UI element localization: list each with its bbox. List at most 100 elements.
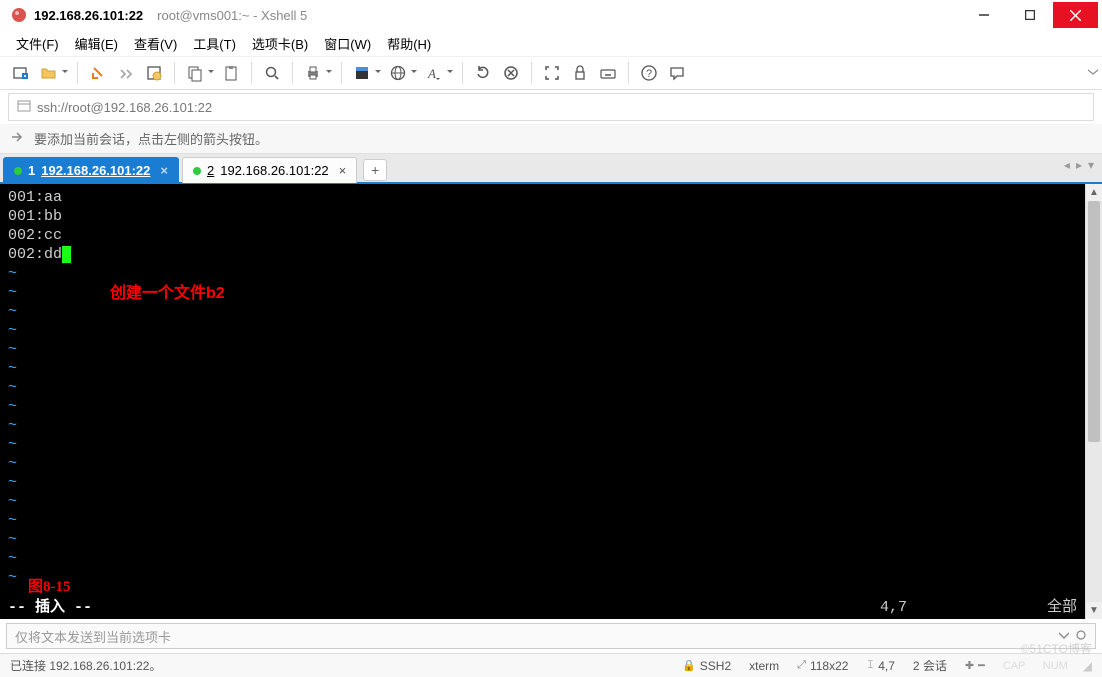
terminal-empty-line: ~ (8, 568, 1077, 587)
terminal-line: 001:bb (8, 207, 1077, 226)
tab-close-button[interactable]: × (339, 163, 347, 178)
terminal-empty-line: ~ (8, 302, 1077, 321)
menu-view[interactable]: 查看(V) (128, 31, 183, 56)
copy-button[interactable] (182, 60, 208, 86)
terminal-line: 002:dd (8, 245, 1077, 264)
terminal-line: 002:cc (8, 226, 1077, 245)
lock-button[interactable] (567, 60, 593, 86)
menu-help[interactable]: 帮助(H) (381, 31, 437, 56)
terminal-empty-line: ~ (8, 435, 1077, 454)
minus-icon[interactable]: ━ (978, 659, 985, 672)
open-session-button[interactable] (36, 60, 62, 86)
terminal-empty-line: ~ (8, 549, 1077, 568)
tab-index: 2 (207, 163, 214, 178)
menu-tabs[interactable]: 选项卡(B) (246, 31, 314, 56)
encoding-button[interactable] (385, 60, 411, 86)
status-protocol: SSH2 (700, 659, 731, 673)
reconnect-button[interactable] (85, 60, 111, 86)
terminal-empty-line: ~ (8, 416, 1077, 435)
close-button[interactable] (1053, 2, 1098, 28)
send-input-bar[interactable]: 仅将文本发送到当前选项卡 (6, 623, 1096, 649)
tab-label: 192.168.26.101:22 (220, 163, 328, 178)
menu-tools[interactable]: 工具(T) (187, 31, 242, 56)
menu-window[interactable]: 窗口(W) (318, 31, 377, 56)
disconnect-button[interactable] (113, 60, 139, 86)
toolbar-overflow-icon[interactable] (1088, 66, 1098, 80)
terminal-empty-line: ~ (8, 530, 1077, 549)
send-dropdown-icon[interactable] (1059, 629, 1069, 644)
color-scheme-button[interactable] (349, 60, 375, 86)
print-button[interactable] (300, 60, 326, 86)
session-tab-2[interactable]: 2 192.168.26.101:22 × (182, 157, 357, 183)
terminal-empty-line: ~ (8, 492, 1077, 511)
scroll-down-button[interactable]: ▼ (1086, 602, 1102, 619)
status-cursor: 4,7 (878, 659, 895, 673)
terminal-line: 001:aa (8, 188, 1077, 207)
status-sessions: 2 会话 (913, 657, 947, 674)
svg-text:A: A (427, 66, 436, 81)
properties-button[interactable] (141, 60, 167, 86)
hint-text: 要添加当前会话，点击左侧的箭头按钮。 (34, 129, 268, 148)
menu-edit[interactable]: 编辑(E) (69, 31, 124, 56)
terminal-scrollbar[interactable]: ▲ ▼ (1085, 184, 1102, 619)
tab-menu-icon[interactable]: ▾ (1088, 158, 1094, 172)
terminal-empty-line: ~ (8, 340, 1077, 359)
vim-mode-label: -- 插入 -- (8, 598, 92, 617)
fullscreen-button[interactable] (539, 60, 565, 86)
tab-prev-icon[interactable]: ◂ (1064, 158, 1070, 172)
terminal-viewport[interactable]: 001:aa 001:bb 002:cc 002:dd ~ ~ ~ ~ ~ ~ … (0, 184, 1085, 619)
tab-index: 1 (28, 163, 35, 178)
font-button[interactable]: A (421, 60, 447, 86)
minimize-button[interactable] (961, 2, 1006, 28)
app-icon (10, 6, 28, 24)
size-icon: ⤢ (797, 659, 806, 672)
plus-icon[interactable]: ✚ (965, 659, 974, 672)
new-session-button[interactable] (8, 60, 34, 86)
tab-label: 192.168.26.101:22 (41, 163, 150, 178)
caps-indicator: CAP (1003, 660, 1026, 672)
lock-icon: 🔒 (682, 659, 696, 672)
send-pin-icon[interactable] (1075, 629, 1087, 644)
xagent-button[interactable] (498, 60, 524, 86)
help-button[interactable]: ? (636, 60, 662, 86)
menu-file[interactable]: 文件(F) (10, 31, 65, 56)
terminal-empty-line: ~ (8, 321, 1077, 340)
tab-close-button[interactable]: × (160, 163, 168, 178)
find-button[interactable] (259, 60, 285, 86)
terminal-empty-line: ~ (8, 359, 1077, 378)
window-title-sub: root@vms001:~ - Xshell 5 (157, 8, 307, 23)
vim-cursor-pos: 4,7 (880, 598, 907, 617)
vim-scope-label: 全部 (1047, 598, 1077, 617)
add-tab-button[interactable]: + (363, 159, 387, 181)
session-tab-1[interactable]: 1 192.168.26.101:22 × (3, 157, 179, 183)
connection-status-icon (193, 167, 201, 175)
maximize-button[interactable] (1007, 2, 1052, 28)
paste-button[interactable] (218, 60, 244, 86)
address-icon (17, 99, 31, 116)
hint-arrow-icon[interactable] (10, 130, 26, 147)
scroll-track[interactable] (1086, 201, 1102, 602)
tab-next-icon[interactable]: ▸ (1076, 158, 1082, 172)
terminal-empty-line: ~ (8, 397, 1077, 416)
terminal-cursor (62, 246, 71, 263)
status-connection: 已连接 192.168.26.101:22。 (10, 657, 161, 674)
cursor-icon: 𝙸 (866, 659, 874, 672)
keyboard-button[interactable] (595, 60, 621, 86)
window-title-main: 192.168.26.101:22 (34, 8, 143, 23)
resize-grip-icon[interactable]: ◢ (1083, 659, 1092, 673)
terminal-empty-line: ~ (8, 454, 1077, 473)
num-indicator: NUM (1043, 660, 1068, 672)
feedback-button[interactable] (664, 60, 690, 86)
status-size: 118x22 (810, 659, 848, 673)
connection-status-icon (14, 167, 22, 175)
terminal-empty-line: ~ (8, 511, 1077, 530)
address-text: ssh://root@192.168.26.101:22 (37, 100, 212, 115)
scroll-thumb[interactable] (1088, 201, 1100, 442)
terminal-empty-line: ~ (8, 264, 1077, 283)
refresh-button[interactable] (470, 60, 496, 86)
scroll-up-button[interactable]: ▲ (1086, 184, 1102, 201)
status-termtype: xterm (749, 659, 779, 673)
address-bar[interactable]: ssh://root@192.168.26.101:22 (8, 93, 1094, 121)
annotation-text: 创建一个文件b2 (110, 284, 225, 303)
figure-label: 图8-15 (28, 578, 71, 597)
